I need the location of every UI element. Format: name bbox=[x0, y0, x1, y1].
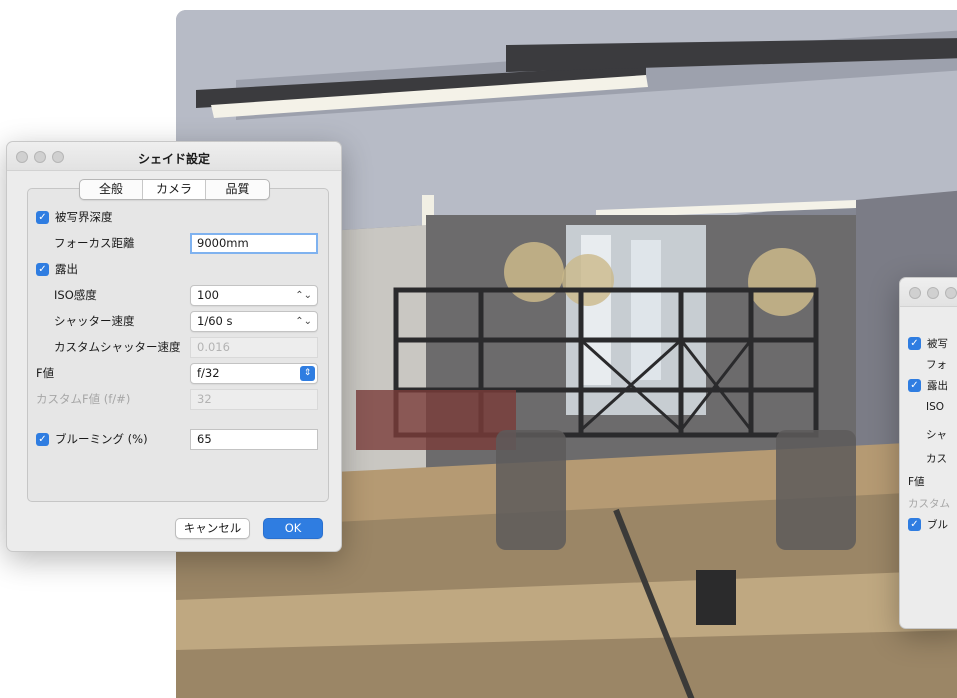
custom-shutter-row: カス bbox=[926, 448, 947, 468]
updown-chevron-icon: ⌃⌄ bbox=[295, 316, 312, 327]
blooming-row: ✓ ブルーミング (%) bbox=[36, 429, 148, 449]
office-chair bbox=[776, 430, 856, 550]
focus-distance-input[interactable]: 9000mm bbox=[190, 233, 318, 254]
blooming-checkbox[interactable]: ✓ bbox=[908, 517, 921, 531]
desk-box bbox=[696, 570, 736, 625]
iso-row: ISO感度 bbox=[54, 285, 97, 305]
dialog-titlebar bbox=[900, 278, 957, 307]
iso-value: 100 bbox=[197, 288, 219, 302]
depth-of-field-row: ✓ 被写界深度 bbox=[36, 207, 113, 227]
custom-f-input: 32 bbox=[190, 389, 318, 410]
pendant-lamp bbox=[562, 254, 614, 306]
custom-shutter-row: カスタムシャッター速度 bbox=[54, 337, 181, 357]
cancel-button[interactable]: キャンセル bbox=[175, 518, 250, 539]
shutter-speed-select[interactable]: 1/60 s ⌃⌄ bbox=[190, 311, 318, 332]
shutter-speed-label: シャ bbox=[926, 428, 947, 441]
blooming-row: ✓ ブル bbox=[908, 514, 948, 534]
blooming-checkbox[interactable]: ✓ bbox=[36, 432, 49, 446]
tab-camera[interactable]: カメラ bbox=[143, 180, 206, 199]
sofa bbox=[356, 390, 516, 450]
office-chair bbox=[496, 430, 566, 550]
exposure-label: 露出 bbox=[55, 262, 78, 276]
depth-of-field-row: ✓ 被写 bbox=[908, 333, 948, 353]
focus-distance-label: フォーカス距離 bbox=[54, 236, 135, 250]
f-number-value: f/32 bbox=[197, 366, 220, 380]
custom-f-label: カスタムF値 (f/#) bbox=[36, 392, 131, 406]
custom-shutter-label: カス bbox=[926, 452, 947, 465]
shutter-speed-row: シャッター速度 bbox=[54, 311, 135, 331]
f-number-label: F値 bbox=[36, 366, 55, 380]
ok-button[interactable]: OK bbox=[263, 518, 323, 539]
shade-settings-dialog-secondary: ✓ 被写 フォ ✓ 露出 ISO シャ カス F値 カスタム ✓ ブル bbox=[899, 277, 957, 629]
depth-of-field-checkbox[interactable]: ✓ bbox=[908, 336, 921, 350]
custom-f-label: カスタム bbox=[908, 497, 950, 510]
focus-distance-row: フォ bbox=[926, 354, 947, 374]
custom-shutter-label: カスタムシャッター速度 bbox=[54, 340, 181, 354]
exposure-checkbox[interactable]: ✓ bbox=[36, 262, 49, 276]
exposure-label: 露出 bbox=[927, 379, 948, 392]
custom-shutter-input: 0.016 bbox=[190, 337, 318, 358]
close-window-button[interactable] bbox=[909, 287, 921, 299]
blooming-input[interactable]: 65 bbox=[190, 429, 318, 450]
pendant-lamp bbox=[748, 248, 816, 316]
tab-quality[interactable]: 品質 bbox=[206, 180, 269, 199]
updown-chevron-icon: ⇕ bbox=[300, 366, 315, 381]
exposure-checkbox[interactable]: ✓ bbox=[908, 378, 921, 392]
depth-of-field-checkbox[interactable]: ✓ bbox=[36, 210, 49, 224]
depth-of-field-label: 被写 bbox=[927, 337, 948, 350]
iso-label: ISO感度 bbox=[54, 288, 97, 302]
f-number-select[interactable]: f/32 ⇕ bbox=[190, 363, 318, 384]
updown-chevron-icon: ⌃⌄ bbox=[295, 290, 312, 301]
focus-distance-row: フォーカス距離 bbox=[54, 233, 135, 253]
blooming-label: ブルーミング (%) bbox=[55, 432, 148, 446]
custom-f-row: カスタム bbox=[908, 493, 950, 513]
dialog-titlebar: シェイド設定 bbox=[7, 142, 341, 171]
dialog-title: シェイド設定 bbox=[137, 152, 210, 166]
f-number-row: F値 bbox=[908, 471, 925, 491]
shutter-speed-row: シャ bbox=[926, 424, 947, 444]
exposure-row: ✓ 露出 bbox=[36, 259, 78, 279]
tab-general[interactable]: 全般 bbox=[80, 180, 143, 199]
f-number-row: F値 bbox=[36, 363, 54, 383]
iso-select[interactable]: 100 ⌃⌄ bbox=[190, 285, 318, 306]
blooming-label: ブル bbox=[927, 518, 948, 531]
tab-bar: 全般 カメラ 品質 bbox=[79, 179, 270, 200]
iso-row: ISO bbox=[926, 397, 944, 417]
shade-settings-dialog: シェイド設定 全般 カメラ 品質 ✓ 被写界深度 フォーカス距離 9000mm … bbox=[6, 141, 342, 552]
iso-label: ISO bbox=[926, 401, 945, 413]
minimize-window-button[interactable] bbox=[927, 287, 939, 299]
depth-of-field-label: 被写界深度 bbox=[55, 210, 113, 224]
shutter-speed-label: シャッター速度 bbox=[54, 314, 135, 328]
window-controls bbox=[909, 287, 957, 299]
shutter-speed-value: 1/60 s bbox=[197, 314, 233, 328]
f-number-label: F値 bbox=[908, 475, 925, 488]
zoom-window-button[interactable] bbox=[945, 287, 957, 299]
exposure-row: ✓ 露出 bbox=[908, 375, 948, 395]
pendant-lamp bbox=[504, 242, 564, 302]
custom-f-row: カスタムF値 (f/#) bbox=[36, 389, 130, 409]
focus-distance-label: フォ bbox=[926, 358, 947, 371]
